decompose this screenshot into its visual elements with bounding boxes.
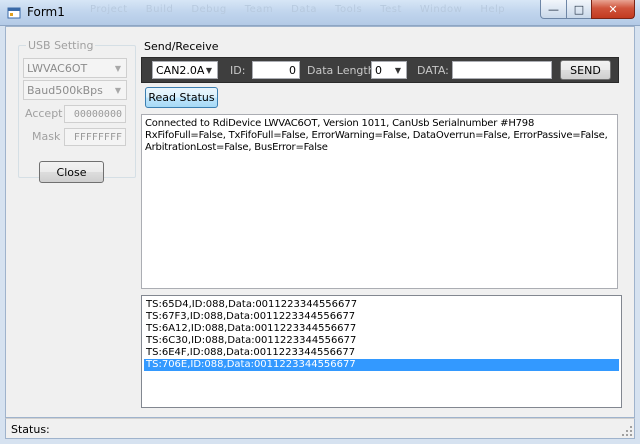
list-item[interactable]: TS:67F3,ID:088,Data:0011223344556677: [144, 311, 619, 323]
maximize-button[interactable]: □: [566, 0, 592, 19]
window-title-bar[interactable]: Form1 Project Build Debug Team Data Tools Test…: [0, 0, 640, 26]
close-button[interactable]: Close: [39, 161, 104, 183]
chevron-down-icon: ▼: [114, 85, 122, 95]
read-status-button[interactable]: Read Status: [145, 87, 218, 108]
minimize-button[interactable]: —: [540, 0, 567, 19]
background-menu-item: Window: [419, 4, 463, 15]
protocol-combo-value: CAN2.0A: [156, 63, 205, 77]
list-item[interactable]: TS:6A12,ID:088,Data:0011223344556677: [144, 323, 619, 335]
status-info-textbox[interactable]: Connected to RdiDevice LWVAC6OT, Version…: [141, 114, 618, 289]
protocol-combo[interactable]: CAN2.0A ▼: [152, 61, 218, 79]
data-length-combo[interactable]: 0 ▼: [371, 61, 407, 79]
chevron-down-icon: ▼: [205, 65, 213, 75]
baud-rate-combo[interactable]: Baud500kBps ▼: [23, 80, 127, 100]
background-menu-item: Help: [480, 4, 506, 15]
accept-label: Accept: [25, 107, 63, 120]
background-menu-item: Data: [291, 4, 318, 15]
window-title: Form1: [27, 5, 65, 19]
device-combo-value: LWVAC6OT: [27, 61, 88, 75]
status-label: Status:: [11, 423, 50, 436]
data-label: DATA:: [417, 64, 449, 77]
send-receive-title: Send/Receive: [144, 40, 219, 53]
form-app-icon: [7, 7, 21, 19]
data-field[interactable]: [452, 61, 552, 79]
background-menu-item: Test: [380, 4, 402, 15]
chevron-down-icon: ▼: [114, 63, 122, 73]
form-client-area: USB Setting LWVAC6OT ▼ Baud500kBps ▼ Acc…: [5, 26, 635, 418]
background-menu-ghost: Project Build Debug Team Data Tools Test Window…: [90, 4, 523, 15]
data-length-combo-value: 0: [375, 63, 382, 77]
accept-field-value: 00000000: [73, 108, 122, 120]
send-button[interactable]: SEND: [560, 60, 611, 80]
close-window-button[interactable]: ✕: [591, 0, 635, 19]
list-item[interactable]: TS:6E4F,ID:088,Data:0011223344556677: [144, 347, 619, 359]
background-menu-item: Build: [145, 4, 174, 15]
id-field-value: 0: [289, 63, 296, 77]
background-menu-item: Debug: [191, 4, 227, 15]
info-line: ArbitrationLost=False, BusError=False: [145, 142, 328, 153]
device-combo[interactable]: LWVAC6OT ▼: [23, 58, 127, 78]
id-label: ID:: [230, 64, 246, 77]
usb-setting-title: USB Setting: [26, 39, 96, 52]
chevron-down-icon: ▼: [394, 65, 402, 75]
background-menu-item: Tools: [335, 4, 363, 15]
status-bar: Status:: [5, 418, 635, 439]
info-line: Connected to RdiDevice LWVAC6OT, Version…: [145, 118, 535, 129]
accept-field[interactable]: 00000000: [64, 105, 126, 123]
send-toolbar: CAN2.0A ▼ ID: 0 Data Length: 0 ▼ DATA: S…: [141, 57, 619, 83]
list-item-selected[interactable]: TS:706E,ID:088,Data:0011223344556677: [144, 359, 619, 371]
info-line: RxFifoFull=False, TxFifoFull=False, Erro…: [145, 130, 608, 141]
size-grip-icon[interactable]: [622, 426, 632, 436]
id-field[interactable]: 0: [252, 61, 300, 79]
mask-field-value: FFFFFFFF: [73, 131, 122, 143]
baud-rate-combo-value: Baud500kBps: [27, 83, 103, 97]
mask-field[interactable]: FFFFFFFF: [64, 128, 126, 146]
list-item[interactable]: TS:6C30,ID:088,Data:0011223344556677: [144, 335, 619, 347]
message-listbox[interactable]: TS:65D4,ID:088,Data:0011223344556677 TS:…: [141, 295, 622, 408]
list-item[interactable]: TS:65D4,ID:088,Data:0011223344556677: [144, 299, 619, 311]
mask-label: Mask: [32, 130, 61, 143]
background-menu-item: Project: [90, 4, 128, 15]
data-length-label: Data Length:: [307, 64, 379, 77]
background-menu-item: Team: [244, 4, 274, 15]
